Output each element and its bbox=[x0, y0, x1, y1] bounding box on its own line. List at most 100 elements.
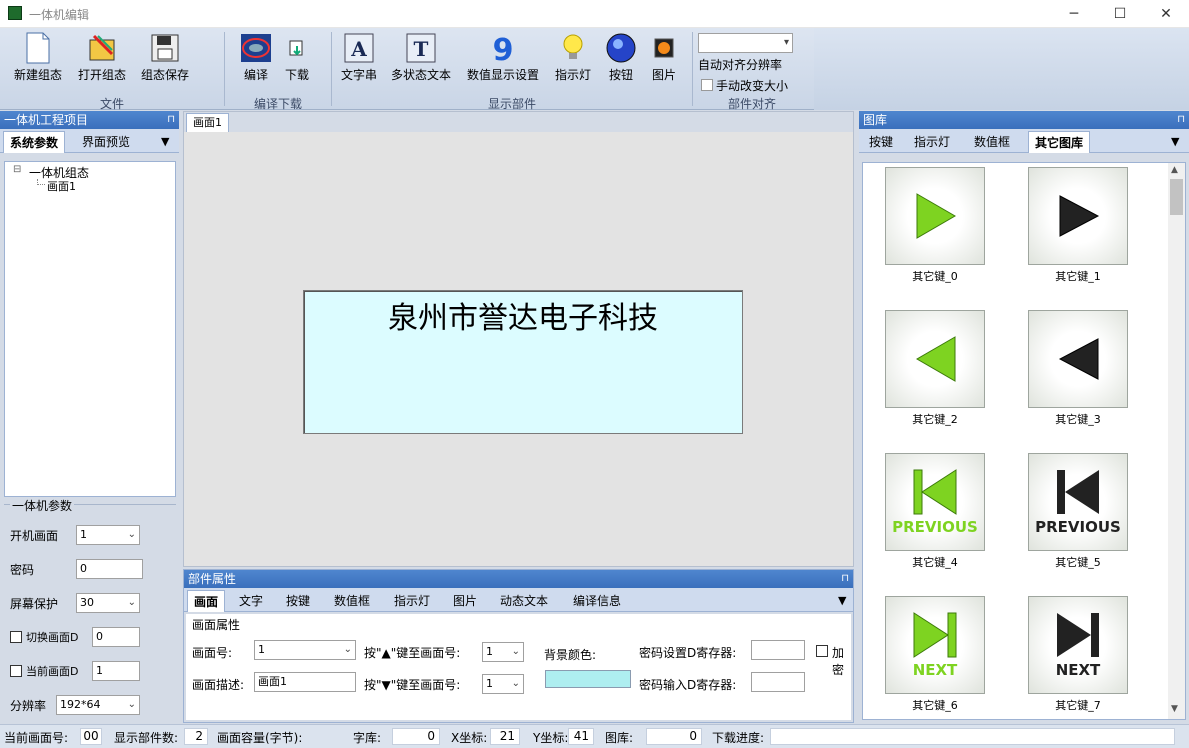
resolution-select[interactable]: 192*64 ⌄ bbox=[56, 695, 140, 715]
tab-dynamic-text[interactable]: 动态文本 bbox=[494, 590, 554, 612]
library-item-caption: 其它键_0 bbox=[912, 270, 958, 283]
tab-system-params[interactable]: 系统参数 bbox=[3, 131, 66, 153]
text-string-button[interactable]: A 文字串 bbox=[341, 32, 377, 83]
library-item-7[interactable]: NEXT bbox=[1028, 596, 1128, 694]
up-key-select[interactable]: 1 ⌄ bbox=[482, 642, 524, 662]
library-item-0[interactable] bbox=[885, 167, 985, 265]
tab-lib-indicator[interactable]: 指示灯 bbox=[908, 131, 956, 153]
desc-input[interactable]: 画面1 bbox=[254, 672, 356, 692]
status-download-label: 下载进度: bbox=[712, 731, 765, 745]
tab-lib-other[interactable]: 其它图库 bbox=[1028, 131, 1091, 153]
new-config-button[interactable]: 新建组态 bbox=[14, 32, 62, 83]
project-tree: ⊟ 一体机组态 画面1 bbox=[4, 161, 176, 497]
previous-text: PREVIOUS bbox=[1035, 518, 1121, 536]
group-label-compile: 编译下载 bbox=[254, 97, 303, 111]
library-item-6[interactable]: NEXT bbox=[885, 596, 985, 694]
project-panel: 一体机工程项目 ⊓ 系统参数 界面预览 ▼ ⊟ 一体机组态 画面1 一体机参数 … bbox=[0, 111, 179, 723]
library-item-caption: 其它键_3 bbox=[1055, 413, 1101, 426]
project-panel-header: 一体机工程项目 ⊓ bbox=[0, 111, 179, 129]
tab-indicator[interactable]: 指示灯 bbox=[388, 590, 436, 612]
company-text-element[interactable]: 泉州市誉达电子科技 bbox=[304, 293, 742, 337]
scroll-up-icon[interactable]: ▲ bbox=[1171, 165, 1178, 175]
scroll-down-icon[interactable]: ▼ bbox=[1171, 704, 1178, 714]
play-left-icon bbox=[916, 336, 956, 382]
tab-screen[interactable]: 画面 bbox=[187, 590, 226, 612]
pin-icon[interactable]: ⊓ bbox=[841, 570, 849, 588]
tab-keys[interactable]: 按键 bbox=[280, 590, 316, 612]
compile-button[interactable]: 编译 bbox=[240, 32, 272, 83]
indicator-lamp-button[interactable]: 指示灯 bbox=[555, 32, 591, 83]
status-lib-value: 0 bbox=[646, 728, 702, 745]
skip-forward-icon bbox=[913, 612, 957, 658]
chevron-down-icon[interactable]: ▼ bbox=[155, 131, 175, 153]
library-item-4[interactable]: PREVIOUS bbox=[885, 453, 985, 551]
chevron-down-icon[interactable]: ▼ bbox=[1165, 131, 1185, 153]
picture-icon bbox=[648, 32, 680, 64]
manual-resize-checkbox[interactable] bbox=[701, 79, 713, 91]
current-screen-input[interactable]: 1 bbox=[92, 661, 140, 681]
group-label-display: 显示部件 bbox=[488, 97, 537, 111]
minimize-button[interactable]: ─ bbox=[1051, 0, 1097, 28]
pwd-set-input[interactable] bbox=[751, 640, 805, 660]
switch-screen-input[interactable]: 0 bbox=[92, 627, 140, 647]
library-item-3[interactable] bbox=[1028, 310, 1128, 408]
open-config-button[interactable]: 打开组态 bbox=[78, 32, 126, 83]
tab-picture[interactable]: 图片 bbox=[447, 590, 483, 612]
status-count-label: 显示部件数: bbox=[114, 731, 179, 745]
switch-screen-label: 切换画面D bbox=[26, 631, 79, 644]
tab-text[interactable]: 文字 bbox=[233, 590, 269, 612]
screensaver-select[interactable]: 30 ⌄ bbox=[76, 593, 140, 613]
library-item-1[interactable] bbox=[1028, 167, 1128, 265]
tab-lib-numeric[interactable]: 数值框 bbox=[968, 131, 1016, 153]
tree-child-screen[interactable]: 画面1 bbox=[47, 178, 76, 194]
screen-no-select[interactable]: 1 ⌄ bbox=[254, 640, 356, 660]
status-count-value: 2 bbox=[184, 728, 208, 745]
save-config-button[interactable]: 组态保存 bbox=[141, 32, 189, 83]
current-screen-checkbox[interactable] bbox=[10, 665, 22, 677]
chevron-down-icon[interactable]: ▼ bbox=[832, 590, 852, 612]
download-button[interactable]: 下载 bbox=[281, 32, 313, 83]
switch-screen-checkbox[interactable] bbox=[10, 631, 22, 643]
numeric-display-button[interactable]: 9 数值显示设置 bbox=[467, 32, 539, 83]
collapse-icon[interactable]: ⊟ bbox=[13, 164, 21, 175]
boot-screen-select[interactable]: 1 ⌄ bbox=[76, 525, 140, 545]
tab-screen-1[interactable]: 画面1 bbox=[186, 113, 229, 132]
status-x-value: 21 bbox=[490, 728, 520, 745]
multi-state-text-button[interactable]: T 多状态文本 bbox=[391, 32, 451, 83]
library-item-2[interactable] bbox=[885, 310, 985, 408]
new-config-label: 新建组态 bbox=[14, 68, 63, 82]
screen-canvas[interactable]: 泉州市誉达电子科技 bbox=[303, 290, 743, 434]
svg-text:T: T bbox=[414, 37, 429, 61]
up-key-value: 1 bbox=[486, 645, 493, 658]
tab-lib-keys[interactable]: 按键 bbox=[863, 131, 899, 153]
compile-label: 编译 bbox=[243, 68, 268, 82]
section-title: 画面属性 bbox=[192, 618, 241, 632]
close-button[interactable]: ✕ bbox=[1143, 0, 1189, 28]
down-key-label: 按"▼"键至画面号: bbox=[364, 678, 461, 692]
tab-ui-preview[interactable]: 界面预览 bbox=[76, 131, 136, 153]
tab-compile-info[interactable]: 编译信息 bbox=[567, 590, 627, 612]
align-resolution-select[interactable]: ▾ bbox=[698, 33, 793, 53]
maximize-button[interactable]: ☐ bbox=[1097, 0, 1143, 28]
bg-color-swatch[interactable] bbox=[545, 670, 631, 688]
tab-numeric-box[interactable]: 数值框 bbox=[328, 590, 376, 612]
pwd-input-input[interactable] bbox=[751, 672, 805, 692]
encrypt-checkbox[interactable] bbox=[816, 645, 828, 657]
down-key-value: 1 bbox=[486, 677, 493, 690]
scrollbar-thumb[interactable] bbox=[1170, 179, 1183, 215]
canvas-tabbar: 画面1 bbox=[184, 112, 853, 132]
library-item-caption: 其它键_5 bbox=[1055, 556, 1101, 569]
button-widget-button[interactable]: 按钮 bbox=[605, 32, 637, 83]
password-input[interactable]: 0 bbox=[76, 559, 143, 579]
library-header: 图库 ⊓ bbox=[859, 111, 1189, 129]
picture-button[interactable]: 图片 bbox=[648, 32, 680, 83]
pin-icon[interactable]: ⊓ bbox=[167, 111, 175, 129]
library-tabs: 按键 指示灯 数值框 其它图库 ▼ bbox=[859, 129, 1189, 153]
down-key-select[interactable]: 1 ⌄ bbox=[482, 674, 524, 694]
library-scrollbar[interactable]: ▲ ▼ bbox=[1168, 163, 1185, 719]
button-widget-label: 按钮 bbox=[608, 68, 633, 82]
library-item-5[interactable]: PREVIOUS bbox=[1028, 453, 1128, 551]
letter-t-icon: T bbox=[405, 32, 437, 64]
ribbon: 新建组态 打开组态 组态保存 文件 编译 下载 编译下载 A 文字串 T 多状态… bbox=[0, 28, 814, 111]
pin-icon[interactable]: ⊓ bbox=[1177, 111, 1185, 129]
